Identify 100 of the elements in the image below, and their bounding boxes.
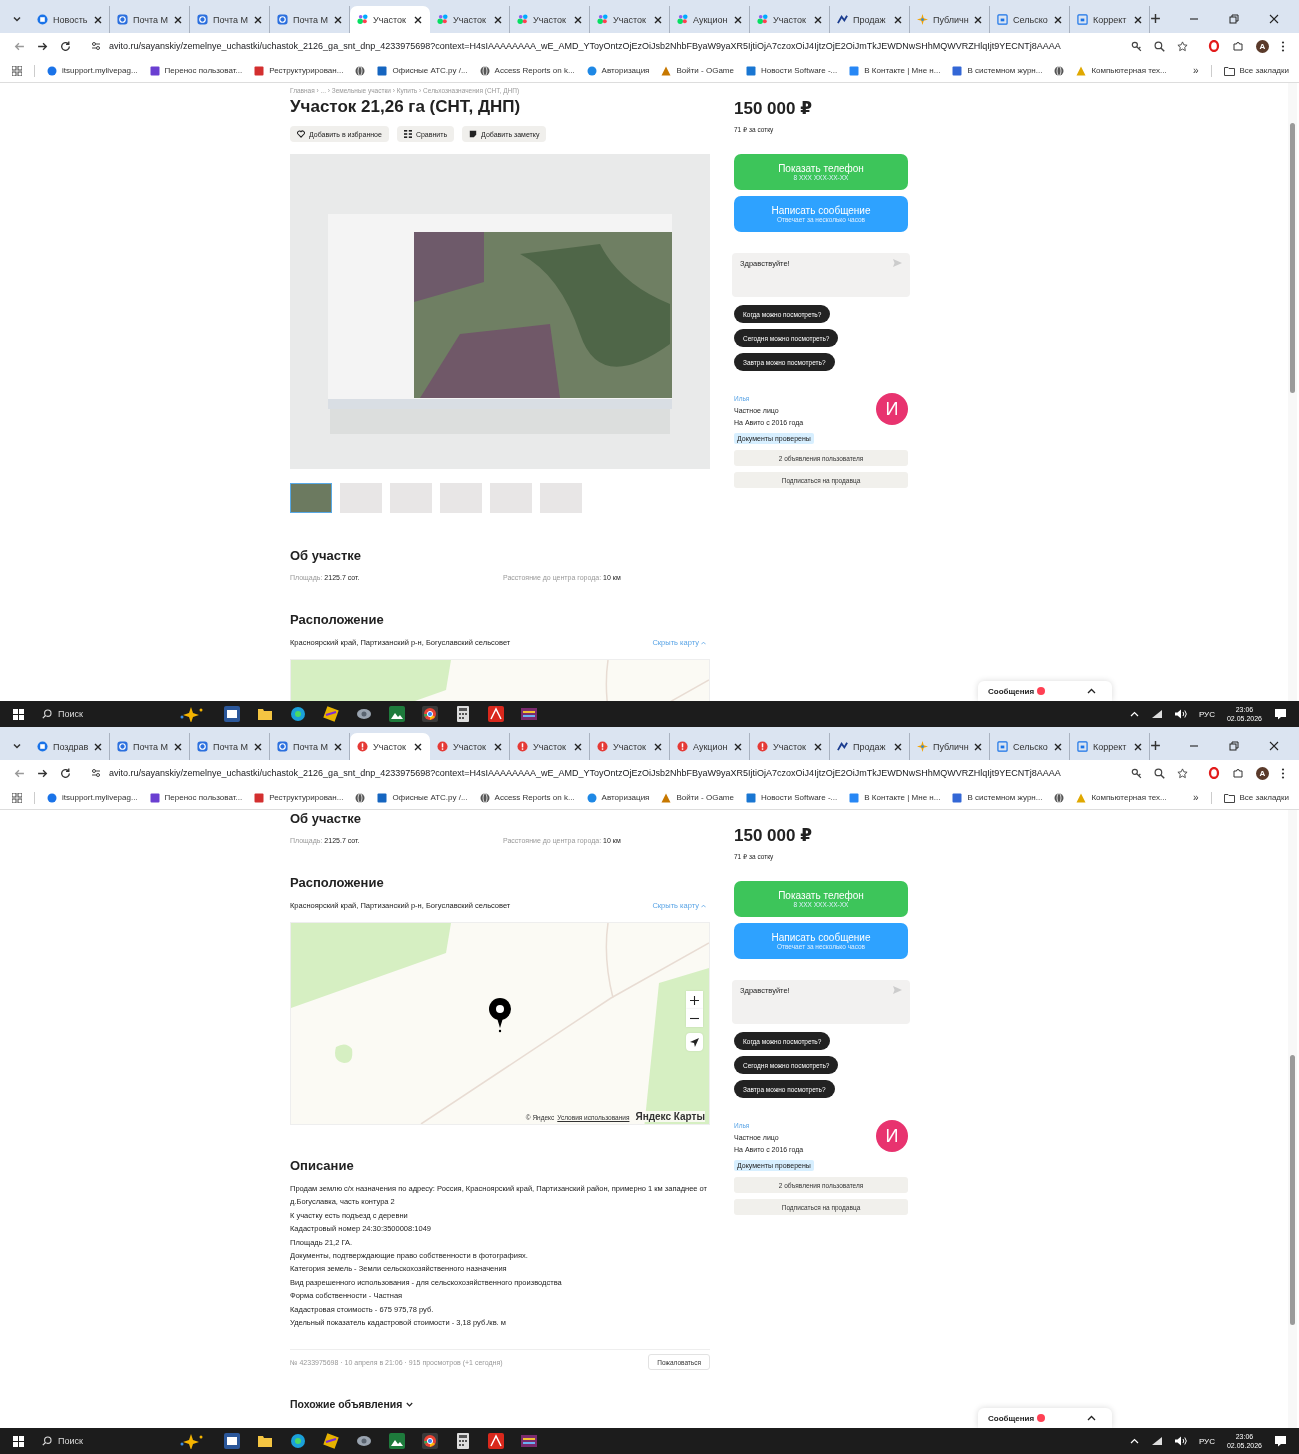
caret-icon[interactable]: [1087, 1415, 1096, 1421]
close-icon[interactable]: [254, 15, 262, 24]
ring-icon[interactable]: [1208, 40, 1220, 52]
close-icon[interactable]: [494, 742, 502, 751]
close-icon[interactable]: [1134, 742, 1142, 751]
bookmark-link[interactable]: itsupport.mylivepag...: [47, 65, 138, 76]
thumbnail[interactable]: [440, 483, 482, 513]
close-icon[interactable]: [814, 15, 822, 24]
bookmark-link[interactable]: Реструктурирован...: [254, 792, 344, 803]
close-icon[interactable]: [1054, 742, 1062, 751]
volume-icon[interactable]: [1174, 1436, 1187, 1446]
app-icon[interactable]: [356, 1433, 372, 1449]
profile-avatar[interactable]: A: [1256, 39, 1269, 53]
reload-icon[interactable]: [60, 767, 71, 779]
close-icon[interactable]: [174, 742, 182, 751]
sparkle-icon[interactable]: [178, 706, 204, 722]
close-icon[interactable]: [974, 742, 982, 751]
star-icon[interactable]: [1177, 767, 1188, 779]
more-bookmarks-button[interactable]: »: [1192, 65, 1199, 76]
bookmark-link[interactable]: Авторизация: [586, 792, 650, 803]
bookmark-link[interactable]: Компьютерная тех...: [1076, 65, 1167, 76]
app-icon[interactable]: [323, 706, 339, 722]
more-icon[interactable]: [1281, 40, 1285, 52]
close-icon[interactable]: [94, 742, 102, 751]
bookmark-link[interactable]: Офисные АТС.ру /...: [377, 65, 468, 76]
bookmark-link[interactable]: Перенос пользоват...: [149, 65, 243, 76]
thumbnail[interactable]: [340, 483, 382, 513]
thumbnail[interactable]: [390, 483, 432, 513]
browser-icon[interactable]: [422, 706, 438, 722]
close-icon[interactable]: [494, 15, 502, 24]
bookmark-link[interactable]: Офисные АТС.ру /...: [377, 792, 468, 803]
folder-icon[interactable]: [257, 1433, 273, 1449]
language-indicator[interactable]: РУС: [1198, 1436, 1215, 1446]
plus-icon[interactable]: [1150, 740, 1161, 751]
close-icon[interactable]: [94, 15, 102, 24]
zoom-in-button[interactable]: [686, 991, 703, 1009]
thumbnail[interactable]: [540, 483, 582, 513]
scrollbar[interactable]: [1288, 810, 1297, 1428]
calculator-icon[interactable]: [455, 706, 471, 722]
bookmark-link[interactable]: В системном журн...: [952, 65, 1043, 76]
bookmark-link[interactable]: Новости Software -...: [745, 792, 838, 803]
close-icon[interactable]: [974, 15, 982, 24]
volume-icon[interactable]: [1174, 709, 1187, 719]
messages-bar[interactable]: Сообщения: [978, 1408, 1112, 1428]
all-bookmarks-link[interactable]: Все закладки: [1223, 65, 1289, 76]
bookmark-link[interactable]: В Контакте | Мне н...: [849, 792, 941, 803]
close-icon[interactable]: [574, 742, 582, 751]
windows-icon[interactable]: [13, 708, 24, 720]
thumbnail[interactable]: [290, 483, 332, 513]
bookmark-link[interactable]: Компьютерная тех...: [1076, 792, 1167, 803]
close-icon[interactable]: [174, 15, 182, 24]
apps-icon[interactable]: [12, 65, 22, 76]
puzzle-icon[interactable]: [1232, 40, 1244, 52]
taskbar-search-field[interactable]: Поиск: [36, 1431, 166, 1451]
seller-avatar[interactable]: И: [876, 1120, 908, 1152]
plus-icon[interactable]: [1150, 13, 1161, 24]
scrollbar[interactable]: [1288, 83, 1297, 701]
caret-icon[interactable]: [1087, 688, 1096, 694]
forward-icon[interactable]: [37, 767, 48, 779]
section-heading[interactable]: Похожие объявления: [290, 1398, 403, 1411]
bookmark-link[interactable]: В Контакте | Мне н...: [849, 65, 941, 76]
calculator-icon[interactable]: [455, 1433, 471, 1449]
browser-tab[interactable]: Участок: [350, 6, 430, 33]
bookmark-link[interactable]: Войти - OGame: [661, 792, 734, 803]
locate-button[interactable]: [686, 1033, 703, 1051]
close-icon[interactable]: [574, 15, 582, 24]
bookmark-link[interactable]: Новости Software -...: [745, 65, 838, 76]
word-icon[interactable]: [224, 1433, 240, 1449]
close-icon[interactable]: [894, 742, 902, 751]
close-icon[interactable]: [1269, 741, 1279, 751]
browser-icon[interactable]: [422, 1433, 438, 1449]
key-icon[interactable]: [1131, 40, 1142, 52]
network-icon[interactable]: [1150, 1436, 1163, 1446]
search-input[interactable]: Поиск: [58, 709, 148, 719]
more-icon[interactable]: [1281, 767, 1285, 779]
reload-icon[interactable]: [60, 40, 71, 52]
bookmark-link[interactable]: itsupport.mylivepag...: [47, 792, 138, 803]
taskbar-search-field[interactable]: Поиск: [36, 704, 166, 724]
all-bookmarks-link[interactable]: Все закладки: [1223, 792, 1289, 803]
browser-tab[interactable]: Участок: [350, 733, 430, 760]
notification-icon[interactable]: [1274, 708, 1287, 720]
pdf-icon[interactable]: [488, 706, 504, 722]
bookmark-link[interactable]: Access Reports on k...: [479, 792, 575, 803]
back-icon[interactable]: [14, 40, 25, 52]
bookmark-link[interactable]: [355, 65, 366, 76]
folder-icon[interactable]: [257, 706, 273, 722]
close-icon[interactable]: [1134, 15, 1142, 24]
thumbnail[interactable]: [490, 483, 532, 513]
more-bookmarks-button[interactable]: »: [1192, 792, 1199, 803]
browser-icon[interactable]: [290, 706, 306, 722]
close-icon[interactable]: [1054, 15, 1062, 24]
bookmark-link[interactable]: В системном журн...: [952, 792, 1043, 803]
browser-icon[interactable]: [290, 1433, 306, 1449]
word-icon[interactable]: [224, 706, 240, 722]
profile-avatar[interactable]: A: [1256, 766, 1269, 780]
bookmark-link[interactable]: Access Reports on k...: [479, 65, 575, 76]
search-input[interactable]: Поиск: [58, 1436, 148, 1446]
close-icon[interactable]: [734, 742, 742, 751]
close-icon[interactable]: [414, 15, 422, 24]
app-icon[interactable]: [521, 1433, 537, 1449]
